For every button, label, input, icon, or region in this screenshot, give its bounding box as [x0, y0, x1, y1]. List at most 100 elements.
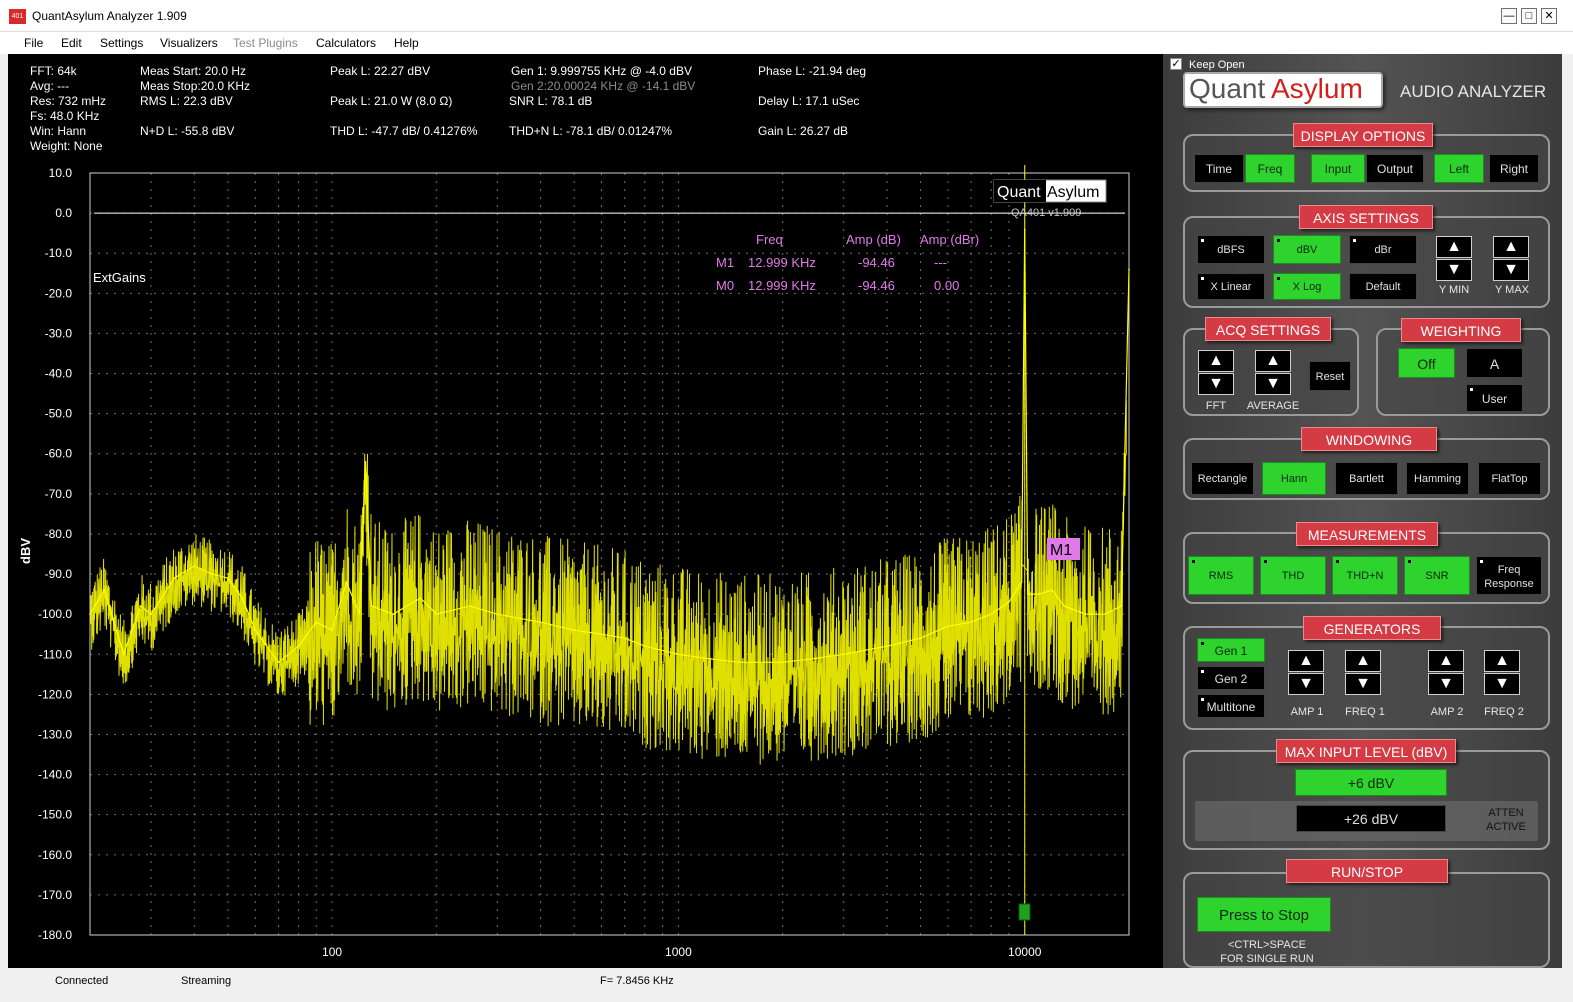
amp2-up-button[interactable]: ▲	[1428, 650, 1464, 672]
menu-calculators[interactable]: Calculators	[316, 36, 376, 50]
y-tick-label: -150.0	[38, 808, 72, 822]
freq2-down-button[interactable]: ▼	[1484, 673, 1520, 695]
minimize-button[interactable]: —	[1501, 8, 1517, 24]
time-button[interactable]: Time	[1194, 154, 1244, 183]
x-log-button[interactable]: X Log	[1273, 273, 1341, 300]
weighting-user-button[interactable]: User	[1466, 384, 1523, 412]
menu-help[interactable]: Help	[394, 36, 419, 50]
left-channel-button[interactable]: Left	[1434, 154, 1484, 183]
fft-down-button[interactable]: ▼	[1198, 373, 1234, 395]
trace-point	[370, 605, 373, 607]
brand-subtitle: AUDIO ANALYZER	[1400, 82, 1547, 101]
menu-bar: File Edit Settings Visualizers Test Plug…	[0, 32, 1573, 54]
trace-point	[1084, 613, 1087, 615]
fft-up-button[interactable]: ▲	[1198, 350, 1234, 372]
trace-point	[886, 645, 888, 648]
dbv-button[interactable]: dBV	[1273, 235, 1341, 264]
weighting-title: WEIGHTING	[1401, 318, 1521, 342]
dbfs-button[interactable]: dBFS	[1197, 235, 1265, 264]
gen1-toggle[interactable]: Gen 1	[1197, 638, 1265, 662]
menu-settings[interactable]: Settings	[100, 36, 143, 50]
trace-point	[193, 565, 196, 567]
thd-toggle[interactable]: THD	[1260, 556, 1326, 595]
trace-point	[1008, 601, 1010, 603]
menu-test-plugins[interactable]: Test Plugins	[233, 36, 298, 50]
y-tick-label: 0.0	[55, 206, 72, 220]
active-label: ACTIVE	[1486, 821, 1526, 833]
multitone-toggle[interactable]: Multitone	[1197, 694, 1265, 718]
trace-point	[1051, 589, 1053, 591]
y-tick-label: -40.0	[45, 367, 73, 381]
menu-file[interactable]: File	[24, 36, 43, 50]
amp2-label: AMP 2	[1430, 706, 1464, 718]
stream-status: Streaming	[181, 975, 232, 987]
spectrum-chart[interactable]: 10.0 0.0 -10.0 -20.0 -30.0 -40.0 -50.0 -60.0 -70…	[8, 54, 1163, 968]
freq2-up-button[interactable]: ▲	[1484, 650, 1520, 672]
amp1-down-button[interactable]: ▼	[1288, 673, 1324, 695]
y-min-label: Y MIN	[1438, 284, 1470, 296]
average-down-button[interactable]: ▼	[1255, 373, 1291, 395]
fft-label: FFT	[1205, 400, 1227, 412]
average-up-button[interactable]: ▲	[1255, 350, 1291, 372]
max-input-6dbv-button[interactable]: +6 dBV	[1295, 769, 1447, 796]
amp2-down-button[interactable]: ▼	[1428, 673, 1464, 695]
x-tick-label: 10000	[1008, 945, 1042, 959]
y-max-down-button[interactable]: ▼	[1493, 259, 1529, 281]
gen2-toggle[interactable]: Gen 2	[1197, 666, 1265, 690]
menu-visualizers[interactable]: Visualizers	[160, 36, 218, 50]
amp1-up-button[interactable]: ▲	[1288, 650, 1324, 672]
rms-toggle[interactable]: RMS	[1188, 556, 1254, 595]
generator-marker-handle[interactable]	[1018, 903, 1031, 921]
y-min-up-button[interactable]: ▲	[1436, 236, 1472, 258]
freq1-down-button[interactable]: ▼	[1345, 673, 1381, 695]
right-channel-button[interactable]: Right	[1489, 154, 1539, 183]
menu-edit[interactable]: Edit	[61, 36, 82, 50]
window-bartlett-button[interactable]: Bartlett	[1335, 462, 1398, 495]
y-tick-label: -160.0	[38, 848, 72, 862]
thd-n-toggle[interactable]: THD+N	[1332, 556, 1398, 595]
freq-button[interactable]: Freq	[1245, 154, 1295, 183]
x-linear-button[interactable]: X Linear	[1197, 273, 1265, 300]
trace-point	[122, 653, 125, 656]
snr-toggle[interactable]: SNR	[1404, 556, 1470, 595]
trace-point	[469, 605, 471, 607]
output-button[interactable]: Output	[1366, 154, 1424, 183]
freq1-up-button[interactable]: ▲	[1345, 650, 1381, 672]
max-input-level-title: MAX INPUT LEVEL (dBV)	[1276, 739, 1456, 763]
window-flattop-button[interactable]: FlatTop	[1478, 462, 1541, 495]
dbr-button[interactable]: dBr	[1349, 235, 1417, 264]
maximize-button[interactable]: □	[1521, 8, 1537, 24]
weighting-a-button[interactable]: A	[1466, 348, 1523, 378]
y-max-up-button[interactable]: ▲	[1493, 236, 1529, 258]
trace-point	[345, 581, 348, 583]
window-hamming-button[interactable]: Hamming	[1406, 462, 1469, 495]
y-tick-label: -70.0	[45, 487, 73, 501]
window-hann-button[interactable]: Hann	[1262, 462, 1326, 495]
y-tick-label: -140.0	[38, 768, 72, 782]
marker-m1[interactable]: M1	[1047, 538, 1080, 560]
trace-point	[990, 613, 992, 615]
freq-response-toggle[interactable]: Freq Response	[1476, 556, 1542, 595]
average-label: AVERAGE	[1246, 400, 1300, 412]
marker-row-name: M0	[716, 278, 734, 293]
keep-open-checkbox[interactable]: ✓	[1170, 58, 1182, 70]
marker-row-freq: 12.999 KHz	[748, 278, 816, 293]
y-tick-label: -90.0	[45, 567, 73, 581]
trace-point	[103, 589, 106, 591]
brand-logo-asylum: Asylum	[1271, 73, 1363, 104]
default-axis-button[interactable]: Default	[1349, 273, 1417, 300]
y-min-down-button[interactable]: ▼	[1436, 259, 1472, 281]
run-stop-button[interactable]: Press to Stop	[1197, 897, 1331, 932]
trace-point	[1120, 605, 1123, 607]
marker-header-freq: Freq	[756, 232, 783, 247]
weighting-off-button[interactable]: Off	[1398, 348, 1455, 378]
max-input-26dbv-button[interactable]: +26 dBV	[1296, 805, 1446, 832]
reset-button[interactable]: Reset	[1309, 361, 1351, 391]
input-button[interactable]: Input	[1311, 154, 1365, 183]
y-max-label: Y MAX	[1494, 284, 1530, 296]
close-button[interactable]: ✕	[1541, 8, 1557, 24]
marker-header-amp-dbr: Amp (dBr)	[920, 232, 979, 247]
marker-row-amp-db: -94.46	[858, 255, 895, 270]
trace-point	[1128, 268, 1130, 271]
window-rectangle-button[interactable]: Rectangle	[1191, 462, 1254, 495]
